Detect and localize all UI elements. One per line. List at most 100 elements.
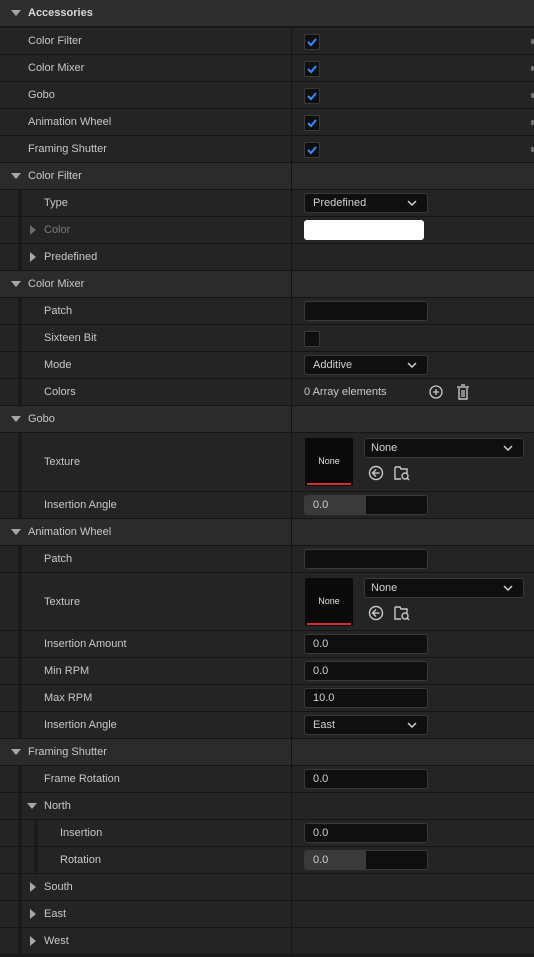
color-filter-checkbox[interactable]	[304, 34, 320, 50]
chevron-right-icon[interactable]	[30, 909, 36, 919]
chevron-down-icon[interactable]	[11, 10, 21, 16]
add-element-icon[interactable]	[429, 385, 443, 399]
frame-rotation-input[interactable]: 0.0	[304, 769, 428, 789]
chevron-down-icon[interactable]	[27, 803, 37, 809]
property-row-max-rpm: Max RPM 10.0	[0, 685, 534, 712]
chevron-right-icon[interactable]	[30, 936, 36, 946]
trash-icon[interactable]	[456, 384, 470, 400]
property-row-color: Color	[0, 217, 534, 244]
property-row-color-mixer: Color Mixer	[0, 55, 534, 82]
property-row-min-rpm: Min RPM 0.0	[0, 658, 534, 685]
property-label: Frame Rotation	[44, 773, 120, 785]
chevron-right-icon[interactable]	[30, 252, 36, 262]
dropdown-value: None	[371, 442, 398, 454]
category-framing-shutter[interactable]: Framing Shutter	[0, 739, 534, 766]
chevron-down-icon[interactable]	[11, 749, 21, 755]
property-label: Rotation	[60, 854, 101, 866]
rotation-slider[interactable]: 0.0	[304, 850, 428, 870]
property-label: Insertion Angle	[44, 499, 117, 511]
animation-wheel-checkbox[interactable]	[304, 115, 320, 131]
gobo-checkbox[interactable]	[304, 88, 320, 104]
texture-thumbnail[interactable]: None	[305, 438, 353, 486]
property-label: Colors	[44, 386, 76, 398]
property-row-insertion: Insertion 0.0	[0, 820, 534, 847]
category-animation-wheel[interactable]: Animation Wheel	[0, 519, 534, 546]
group-east[interactable]: East	[0, 901, 534, 928]
field-value: 0.0	[313, 773, 329, 785]
group-west[interactable]: West	[0, 928, 534, 955]
category-color-filter[interactable]: Color Filter	[0, 163, 534, 190]
group-title: East	[44, 908, 67, 920]
chevron-down-icon[interactable]	[11, 281, 21, 287]
chevron-right-icon[interactable]	[30, 225, 36, 235]
texture-dropdown[interactable]: None	[364, 438, 524, 458]
property-row-insertion-angle: Insertion Angle East	[0, 712, 534, 739]
use-selected-icon[interactable]	[368, 605, 384, 621]
dropdown-value: Additive	[313, 359, 353, 371]
property-label: Insertion	[60, 827, 103, 839]
property-label: Color Mixer	[28, 62, 85, 74]
use-selected-icon[interactable]	[368, 465, 384, 481]
property-label: Animation Wheel	[28, 116, 112, 128]
chevron-down-icon	[503, 585, 513, 591]
property-row-sixteen-bit: Sixteen Bit	[0, 325, 534, 352]
thumbnail-text: None	[318, 456, 340, 466]
property-row-texture: Texture None None	[0, 573, 534, 631]
group-north[interactable]: North	[0, 793, 534, 820]
field-value: 0.0	[313, 665, 329, 677]
min-rpm-input[interactable]: 0.0	[304, 661, 428, 681]
type-dropdown[interactable]: Predefined	[304, 193, 428, 213]
texture-thumbnail[interactable]: None	[305, 578, 353, 626]
category-title: Gobo	[28, 413, 55, 425]
chevron-down-icon	[407, 722, 417, 728]
group-title: North	[44, 800, 71, 812]
chevron-down-icon[interactable]	[11, 529, 21, 535]
category-gobo[interactable]: Gobo	[0, 406, 534, 433]
property-label: Texture	[44, 456, 81, 468]
color-swatch[interactable]	[304, 220, 424, 240]
property-row-colors: Colors 0 Array elements	[0, 379, 534, 406]
insertion-angle-slider[interactable]: 0.0	[304, 495, 428, 515]
property-label: Texture	[44, 596, 81, 608]
color-mixer-checkbox[interactable]	[304, 61, 320, 77]
framing-shutter-checkbox[interactable]	[304, 142, 320, 158]
thumbnail-text: None	[318, 596, 340, 606]
browse-icon[interactable]	[394, 605, 410, 621]
property-label: Insertion Angle	[44, 719, 117, 731]
property-label: Sixteen Bit	[44, 332, 97, 344]
insertion-input[interactable]: 0.0	[304, 823, 428, 843]
property-label: Gobo	[28, 89, 55, 101]
property-row-insertion-amount: Insertion Amount 0.0	[0, 631, 534, 658]
check-icon	[307, 38, 317, 47]
property-row-patch: Patch	[0, 298, 534, 325]
property-label: Mode	[44, 359, 72, 371]
check-icon	[307, 146, 317, 155]
max-rpm-input[interactable]: 10.0	[304, 688, 428, 708]
property-row-mode: Mode Additive	[0, 352, 534, 379]
property-label: Framing Shutter	[28, 143, 107, 155]
category-title: Color Filter	[28, 170, 82, 182]
check-icon	[307, 92, 317, 101]
insertion-amount-input[interactable]: 0.0	[304, 634, 428, 654]
chevron-right-icon[interactable]	[30, 882, 36, 892]
category-title: Color Mixer	[28, 278, 85, 290]
group-south[interactable]: South	[0, 874, 534, 901]
property-row-texture: Texture None None	[0, 433, 534, 492]
insertion-angle-dropdown[interactable]: East	[304, 715, 428, 735]
group-title: South	[44, 881, 73, 893]
patch-input[interactable]	[304, 549, 428, 569]
texture-dropdown[interactable]: None	[364, 578, 524, 598]
chevron-down-icon[interactable]	[11, 416, 21, 422]
browse-icon[interactable]	[394, 465, 410, 481]
sixteen-bit-checkbox[interactable]	[304, 331, 320, 347]
mode-dropdown[interactable]: Additive	[304, 355, 428, 375]
category-accessories[interactable]: Accessories	[0, 0, 534, 27]
category-title: Framing Shutter	[28, 746, 107, 758]
property-label: Max RPM	[44, 692, 93, 704]
chevron-down-icon[interactable]	[11, 173, 21, 179]
patch-input[interactable]	[304, 301, 428, 321]
category-title: Animation Wheel	[28, 526, 112, 538]
property-label: Patch	[44, 553, 73, 565]
chevron-down-icon	[503, 445, 513, 451]
category-color-mixer[interactable]: Color Mixer	[0, 271, 534, 298]
